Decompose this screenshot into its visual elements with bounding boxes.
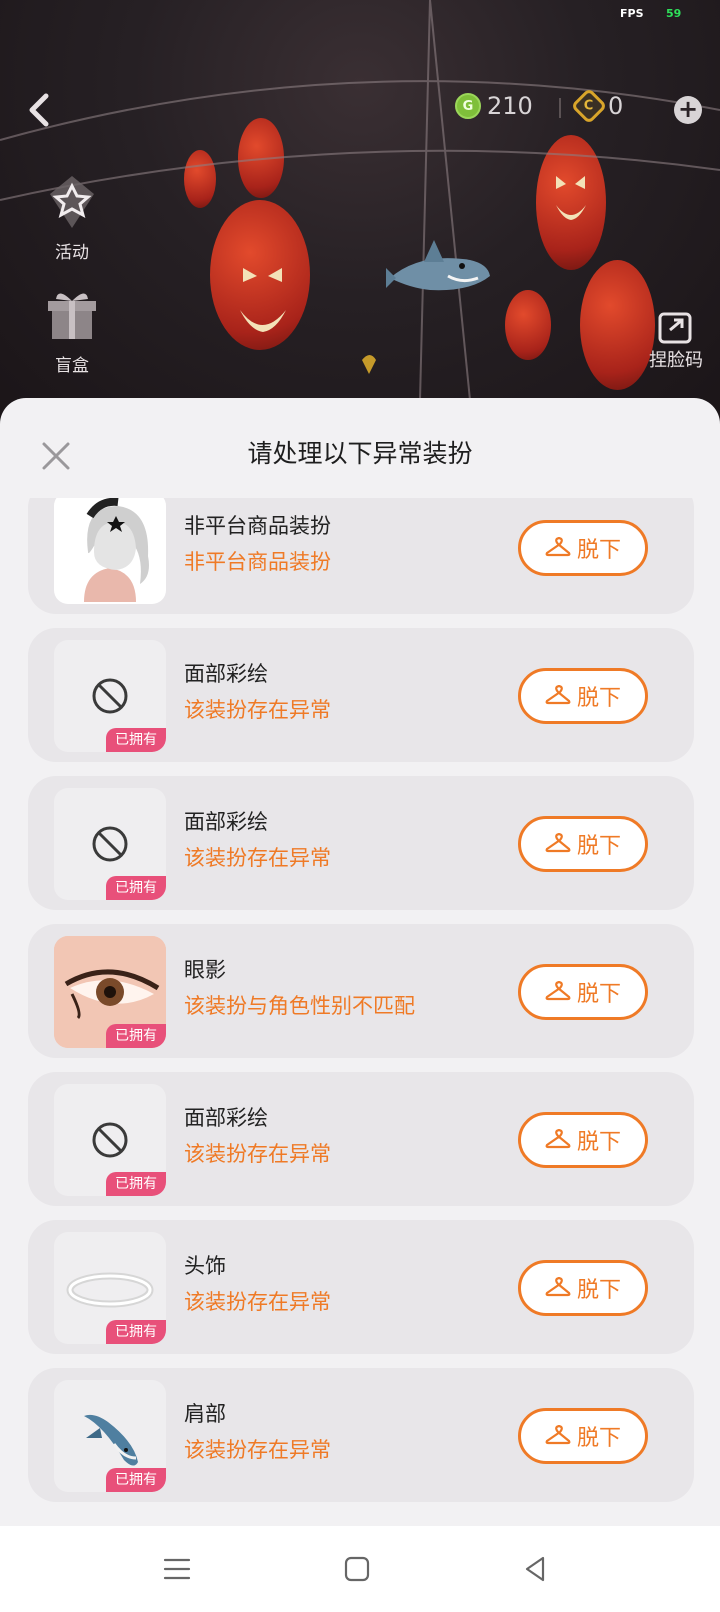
list-item: 已拥有 肩部 该装扮存在异常 脱下 xyxy=(28,1368,694,1502)
back-button[interactable] xyxy=(24,90,54,130)
menu-icon xyxy=(163,1558,191,1580)
abnormal-outfit-dialog: 请处理以下异常装扮 非平台商品装扮 非平台商品装扮 脱下 已拥有 面部彩绘 该装… xyxy=(0,398,720,1526)
item-name: 非平台商品装扮 xyxy=(184,514,331,538)
menu-button[interactable] xyxy=(160,1552,194,1586)
item-thumbnail: 已拥有 xyxy=(54,1232,166,1344)
remove-label: 脱下 xyxy=(576,538,621,563)
hair-avatar-icon xyxy=(54,498,166,604)
remove-label: 脱下 xyxy=(576,834,621,859)
item-status: 该装扮存在异常 xyxy=(184,1142,331,1166)
coin-amount: 0 xyxy=(608,92,624,120)
coin-balance: C 0 xyxy=(570,87,624,125)
chevron-left-icon xyxy=(29,93,49,127)
item-thumbnail: 已拥有 xyxy=(54,1380,166,1492)
remove-button[interactable]: 脱下 xyxy=(518,1408,648,1464)
gem-balance: G 210 xyxy=(455,92,533,120)
dialog-title: 请处理以下异常装扮 xyxy=(247,439,473,468)
item-status: 该装扮存在异常 xyxy=(184,1438,331,1462)
system-navigation-bar xyxy=(0,1526,720,1612)
home-button[interactable] xyxy=(340,1552,374,1586)
owned-badge: 已拥有 xyxy=(106,1468,166,1492)
item-name: 面部彩绘 xyxy=(184,662,268,686)
list-item: 已拥有 面部彩绘 该装扮存在异常 脱下 xyxy=(28,1072,694,1206)
blind-box-label: 盲盒 xyxy=(55,356,89,376)
item-thumbnail xyxy=(54,498,166,604)
hanger-icon xyxy=(545,1425,571,1445)
item-status: 该装扮存在异常 xyxy=(184,698,331,722)
gold-coin-icon: C xyxy=(570,87,608,125)
hanger-icon xyxy=(545,833,571,853)
item-status: 该装扮存在异常 xyxy=(184,1290,331,1314)
fps-value: 59 xyxy=(666,7,682,20)
hanger-icon xyxy=(545,981,571,1001)
item-thumbnail: 已拥有 xyxy=(54,640,166,752)
item-name: 面部彩绘 xyxy=(184,810,268,834)
outfit-list[interactable]: 非平台商品装扮 非平台商品装扮 脱下 已拥有 面部彩绘 该装扮存在异常 脱下 已… xyxy=(0,498,720,1526)
owned-badge: 已拥有 xyxy=(106,1320,166,1344)
item-status: 非平台商品装扮 xyxy=(184,550,331,574)
face-code-label: 捏脸码 xyxy=(649,350,703,371)
item-name: 眼影 xyxy=(184,958,226,982)
remove-label: 脱下 xyxy=(576,1130,621,1155)
remove-button[interactable]: 脱下 xyxy=(518,816,648,872)
list-item: 已拥有 面部彩绘 该装扮存在异常 脱下 xyxy=(28,776,694,910)
owned-badge: 已拥有 xyxy=(106,728,166,752)
list-item: 已拥有 面部彩绘 该装扮存在异常 脱下 xyxy=(28,628,694,762)
star-badge-icon xyxy=(50,176,94,228)
item-name: 肩部 xyxy=(184,1402,226,1426)
item-name: 面部彩绘 xyxy=(184,1106,268,1130)
jack-o-lantern-faces xyxy=(0,0,720,401)
item-thumbnail: 已拥有 xyxy=(54,1084,166,1196)
activity-button[interactable]: 活动 xyxy=(38,172,106,263)
back-triangle-icon xyxy=(525,1556,545,1582)
hanger-icon xyxy=(545,537,571,557)
remove-button[interactable]: 脱下 xyxy=(518,520,648,576)
hanger-icon xyxy=(545,685,571,705)
owned-badge: 已拥有 xyxy=(106,1172,166,1196)
list-item: 已拥有 眼影 该装扮与角色性别不匹配 脱下 xyxy=(28,924,694,1058)
hanger-icon xyxy=(545,1277,571,1297)
remove-button[interactable]: 脱下 xyxy=(518,964,648,1020)
remove-button[interactable]: 脱下 xyxy=(518,668,648,724)
list-item: 非平台商品装扮 非平台商品装扮 脱下 xyxy=(28,498,694,614)
remove-label: 脱下 xyxy=(576,982,621,1007)
remove-label: 脱下 xyxy=(576,1426,621,1451)
face-code-icon xyxy=(658,312,692,344)
remove-button[interactable]: 脱下 xyxy=(518,1112,648,1168)
currency-divider xyxy=(559,98,561,118)
hanger-icon xyxy=(545,1129,571,1149)
item-thumbnail: 已拥有 xyxy=(54,788,166,900)
game-scene: FPS 59 G 210 C 0 + 活动 盲盒 捏脸码 xyxy=(0,0,720,420)
item-thumbnail: 已拥有 xyxy=(54,936,166,1048)
remove-label: 脱下 xyxy=(576,1278,621,1303)
blind-box-button[interactable]: 盲盒 xyxy=(38,285,106,376)
back-nav-button[interactable] xyxy=(518,1552,552,1586)
add-currency-button[interactable]: + xyxy=(674,96,702,124)
home-square-icon xyxy=(344,1556,370,1582)
item-status: 该装扮存在异常 xyxy=(184,846,331,870)
fps-label: FPS xyxy=(620,7,644,20)
face-code-button[interactable]: 捏脸码 xyxy=(641,310,711,372)
remove-button[interactable]: 脱下 xyxy=(518,1260,648,1316)
owned-badge: 已拥有 xyxy=(106,1024,166,1048)
remove-label: 脱下 xyxy=(576,686,621,711)
activity-label: 活动 xyxy=(55,243,89,263)
list-item: 已拥有 头饰 该装扮存在异常 脱下 xyxy=(28,1220,694,1354)
gem-coin-icon: G xyxy=(455,93,481,119)
gift-box-icon xyxy=(48,293,96,339)
owned-badge: 已拥有 xyxy=(106,876,166,900)
gem-amount: 210 xyxy=(487,92,533,120)
item-name: 头饰 xyxy=(184,1254,226,1278)
item-status: 该装扮与角色性别不匹配 xyxy=(184,994,415,1018)
